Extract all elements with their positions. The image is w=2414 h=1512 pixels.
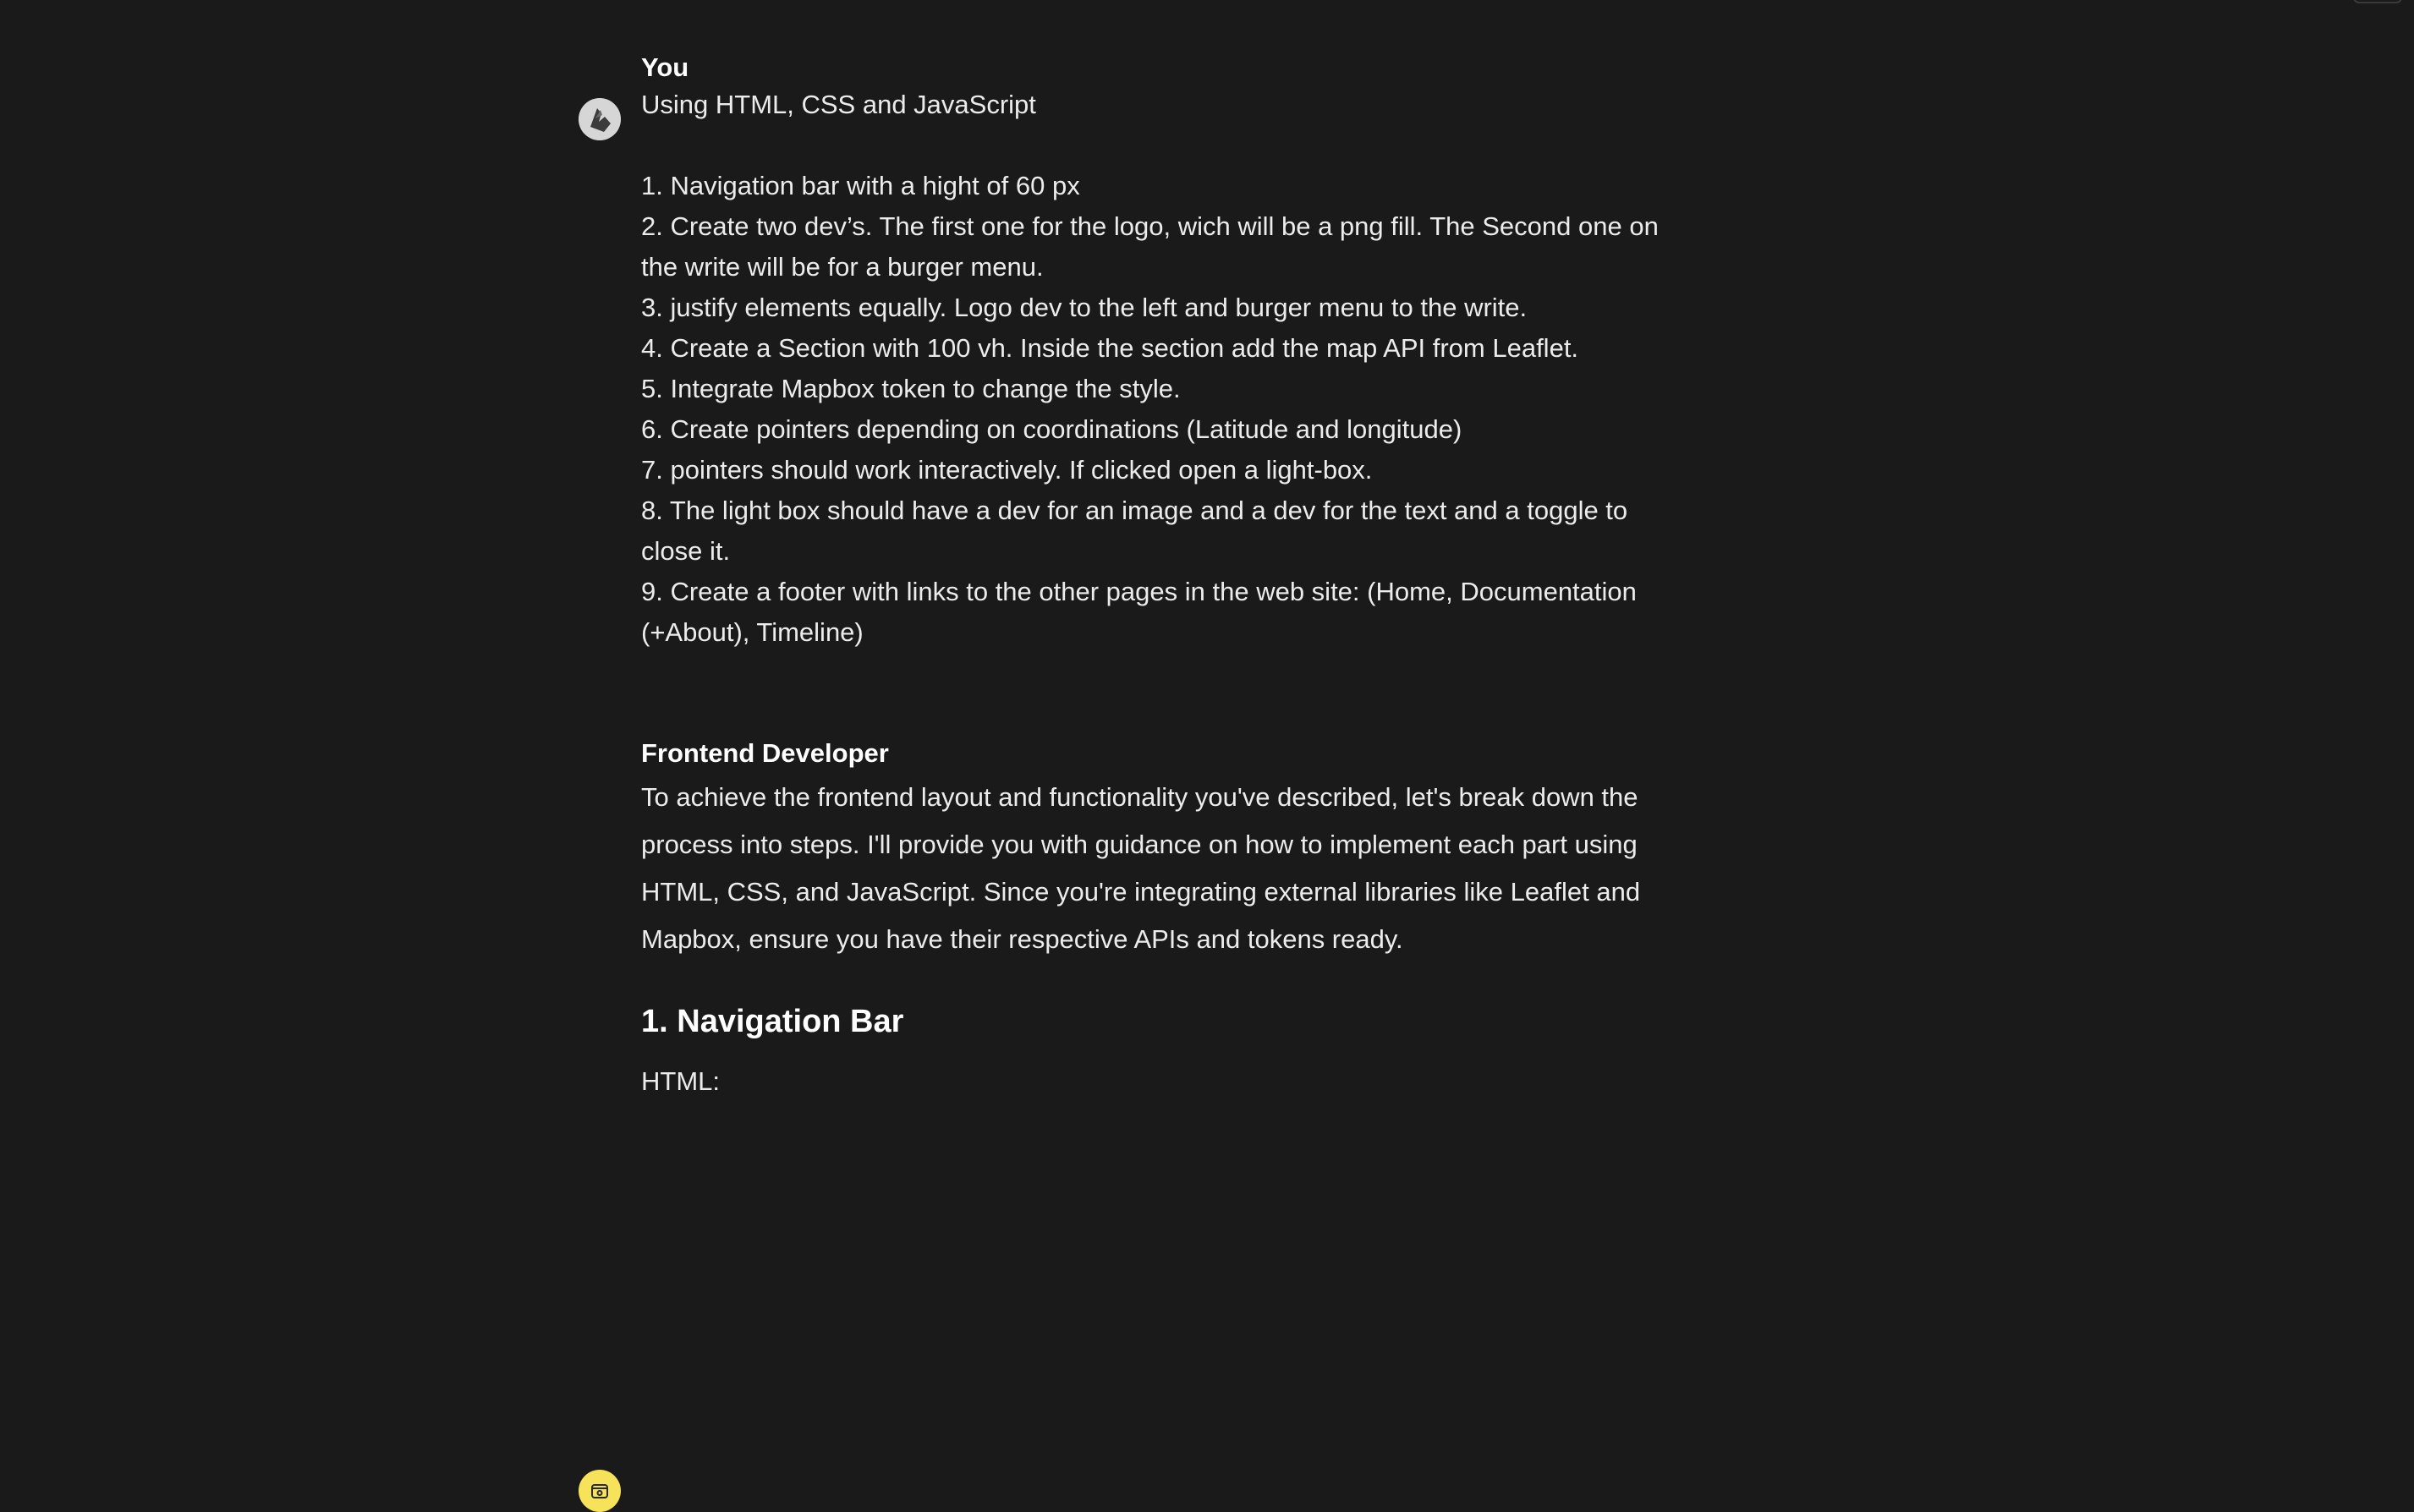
message-line: process into steps. I'll provide you wit… [641, 830, 1638, 859]
window-corner-control[interactable] [2353, 0, 2402, 3]
message-line: 1. Navigation bar with a hight of 60 px [641, 171, 1080, 200]
message-line: HTML, CSS, and JavaScript. Since you're … [641, 877, 1641, 907]
user-avatar-icon [579, 98, 621, 140]
message-line: 9. Create a footer with links to the oth… [641, 577, 1637, 606]
message-line: 4. Create a Section with 100 vh. Inside … [641, 333, 1579, 363]
user-message: You Using HTML, CSS and JavaScript 1. Na… [579, 49, 1741, 653]
message-author: Frontend Developer [641, 738, 889, 768]
message-line: To achieve the frontend layout and funct… [641, 782, 1638, 812]
message-line: 5. Integrate Mapbox token to change the … [641, 374, 1181, 403]
message-line: the write will be for a burger menu. [641, 252, 1044, 282]
message-line: 3. justify elements equally. Logo dev to… [641, 293, 1528, 322]
message-line: 8. The light box should have a dev for a… [641, 496, 1628, 525]
message-line: 7. pointers should work interactively. I… [641, 455, 1373, 485]
message-line: Using HTML, CSS and JavaScript [641, 90, 1036, 119]
message-line: (+About), Timeline) [641, 617, 864, 647]
message-line: 2. Create two dev’s. The first one for t… [641, 211, 1659, 241]
bot-avatar-icon [579, 1470, 621, 1512]
message-line: close it. [641, 536, 731, 566]
section-heading: 1. Navigation Bar [641, 1004, 904, 1039]
code-subheading: HTML: [641, 1066, 720, 1096]
message-author: You [641, 52, 689, 82]
message-line: 6. Create pointers depending on coordina… [641, 414, 1462, 444]
message-text: Using HTML, CSS and JavaScript 1. Naviga… [641, 85, 1741, 653]
assistant-message: Frontend Developer To achieve the fronte… [579, 735, 1741, 1512]
message-line: Mapbox, ensure you have their respective… [641, 924, 1403, 954]
message-text: To achieve the frontend layout and funct… [641, 774, 1741, 963]
